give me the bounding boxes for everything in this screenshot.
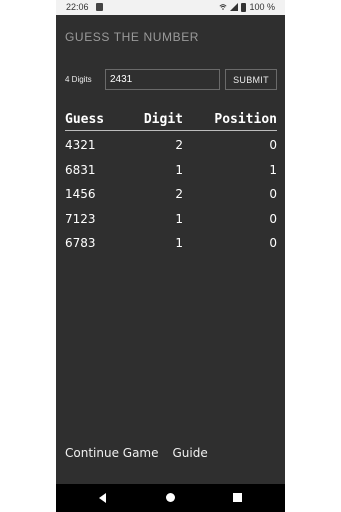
position-cell: 0 bbox=[269, 187, 277, 202]
system-nav-bar bbox=[56, 484, 285, 512]
position-cell: 1 bbox=[269, 162, 277, 177]
status-bar: 22:06 100 % bbox=[56, 0, 285, 15]
digit-cell: 1 bbox=[175, 162, 183, 177]
app-screen: 22:06 100 % GUESS THE NUMBER 4 Digits SU… bbox=[56, 0, 285, 512]
cellular-signal-icon bbox=[230, 3, 239, 11]
digit-cell: 1 bbox=[175, 211, 183, 226]
position-cell: 0 bbox=[269, 211, 277, 226]
digit-cell: 2 bbox=[175, 187, 183, 202]
table-header: Guess Digit Position bbox=[65, 108, 277, 131]
position-cell: 0 bbox=[269, 236, 277, 251]
guess-cell: 6783 bbox=[65, 236, 96, 251]
table-row: 4321 2 0 bbox=[65, 133, 277, 158]
guess-history-table: Guess Digit Position 4321 2 0 6831 1 1 1… bbox=[65, 108, 277, 256]
battery-icon bbox=[241, 2, 247, 12]
status-time: 22:06 bbox=[66, 2, 89, 12]
notification-icon bbox=[96, 3, 103, 11]
table-row: 6783 1 0 bbox=[65, 231, 277, 256]
status-indicators: 100 % bbox=[219, 2, 275, 12]
table-row: 1456 2 0 bbox=[65, 182, 277, 207]
guess-cell: 4321 bbox=[65, 138, 96, 153]
header-guess: Guess bbox=[65, 111, 105, 127]
submit-button[interactable]: SUBMIT bbox=[225, 69, 277, 90]
position-cell: 0 bbox=[269, 138, 277, 153]
guide-button[interactable]: Guide bbox=[173, 446, 208, 460]
battery-percent: 100 % bbox=[249, 2, 275, 12]
app-title: GUESS THE NUMBER bbox=[65, 30, 200, 44]
digits-label: 4 Digits bbox=[65, 75, 92, 84]
recents-icon[interactable] bbox=[233, 493, 242, 502]
home-icon[interactable] bbox=[166, 493, 175, 502]
continue-game-button[interactable]: Continue Game bbox=[65, 446, 159, 460]
table-row: 7123 1 0 bbox=[65, 207, 277, 232]
guess-cell: 6831 bbox=[65, 162, 96, 177]
digit-cell: 2 bbox=[175, 138, 183, 153]
guess-input[interactable] bbox=[105, 69, 220, 90]
digit-cell: 1 bbox=[175, 236, 183, 251]
back-icon[interactable] bbox=[99, 493, 106, 503]
guess-cell: 7123 bbox=[65, 211, 96, 226]
guess-cell: 1456 bbox=[65, 187, 96, 202]
table-row: 6831 1 1 bbox=[65, 158, 277, 183]
wifi-icon bbox=[219, 4, 228, 10]
header-position: Position bbox=[214, 111, 277, 127]
bottom-actions: Continue Game Guide bbox=[65, 446, 208, 460]
header-digit: Digit bbox=[143, 111, 183, 127]
